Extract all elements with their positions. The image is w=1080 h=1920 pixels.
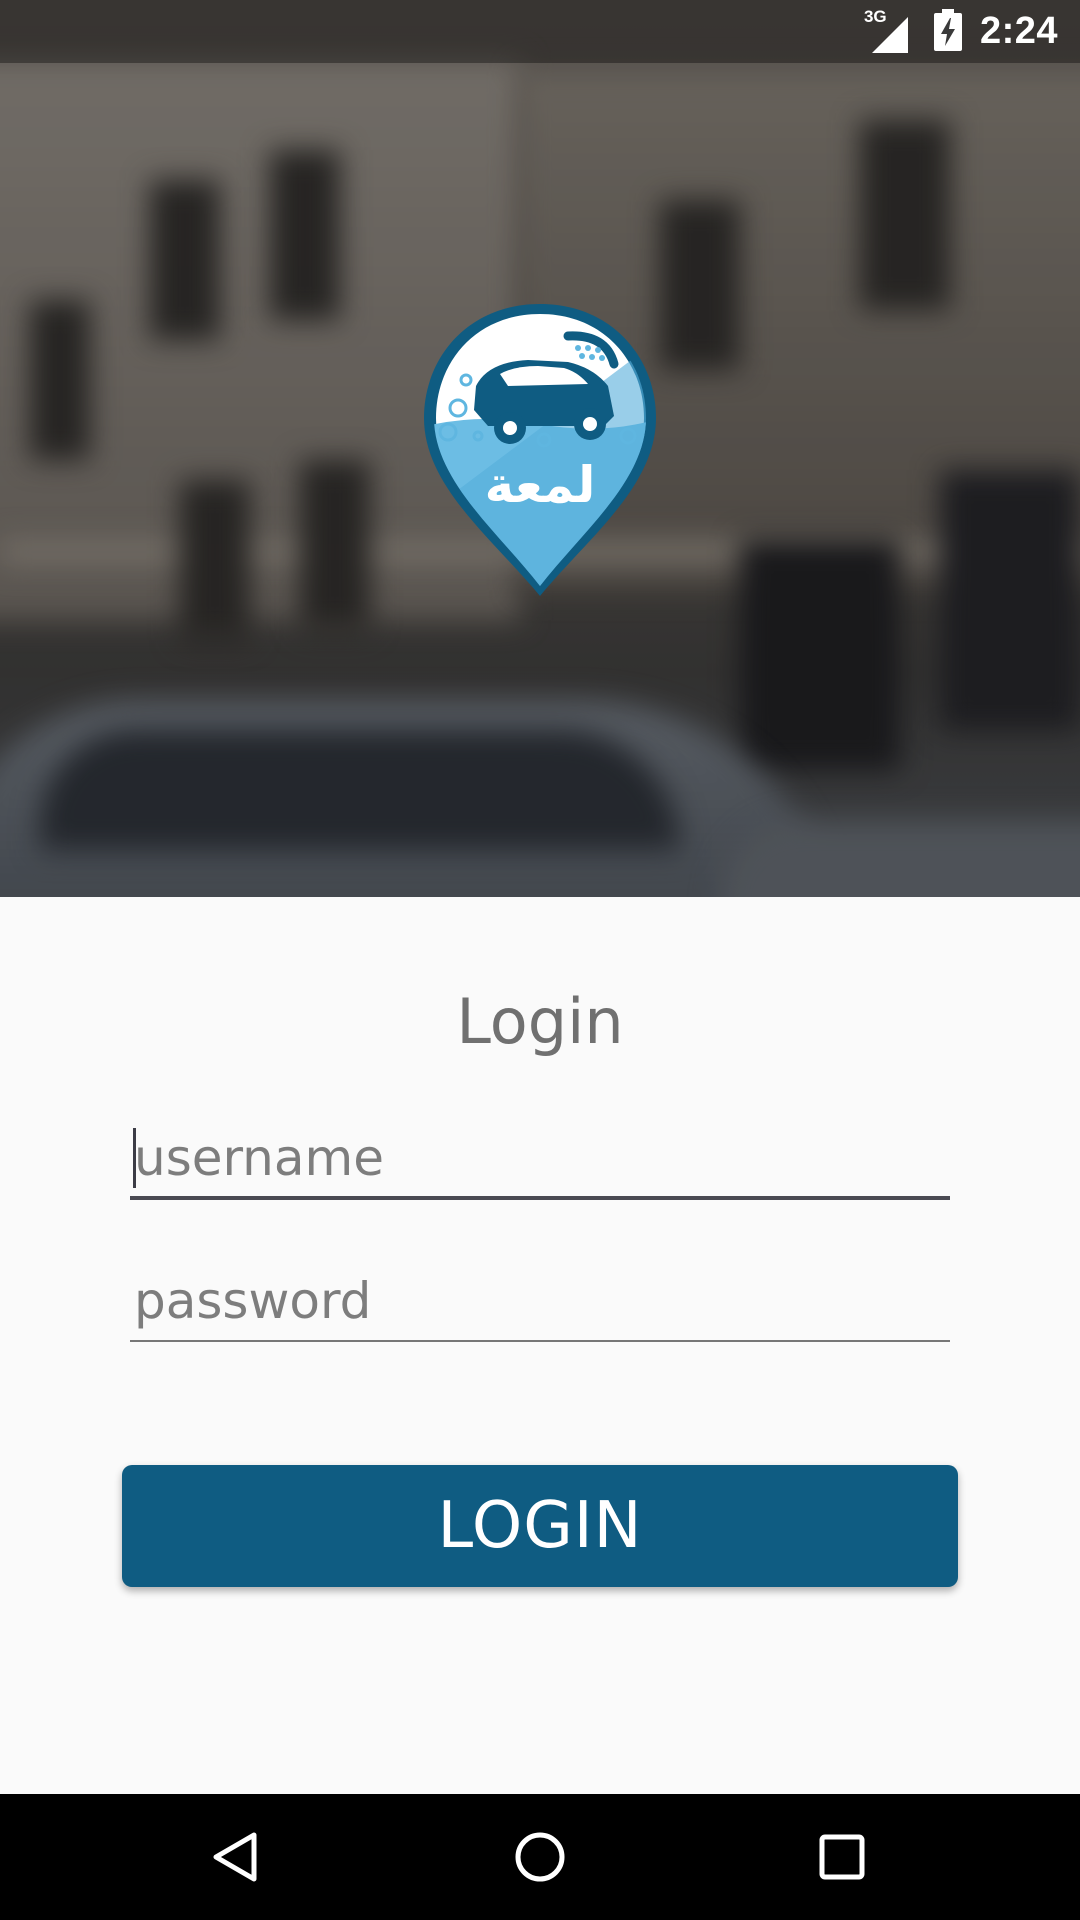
logo-wordmark: لمعة (484, 456, 596, 514)
back-icon (213, 1832, 257, 1882)
status-time: 2:24 (979, 10, 1058, 52)
app-logo: لمعة (418, 300, 662, 600)
home-icon (515, 1832, 565, 1882)
page-title: Login (456, 985, 624, 1058)
recent-apps-icon (819, 1834, 865, 1880)
text-cursor (133, 1128, 136, 1188)
battery-charging-icon (933, 8, 962, 55)
navigation-bar (0, 1794, 1080, 1920)
network-3g-icon: 3G (864, 7, 912, 55)
status-bar: 3G 2:24 (0, 0, 1080, 63)
username-input[interactable] (130, 1120, 950, 1200)
home-button[interactable] (510, 1827, 570, 1887)
login-button[interactable]: LOGIN (122, 1465, 958, 1587)
back-button[interactable] (206, 1827, 266, 1887)
password-input[interactable] (130, 1262, 950, 1342)
recent-apps-button[interactable] (812, 1827, 872, 1887)
car-wash-pin-icon (424, 304, 656, 596)
signal-icon (871, 16, 908, 53)
